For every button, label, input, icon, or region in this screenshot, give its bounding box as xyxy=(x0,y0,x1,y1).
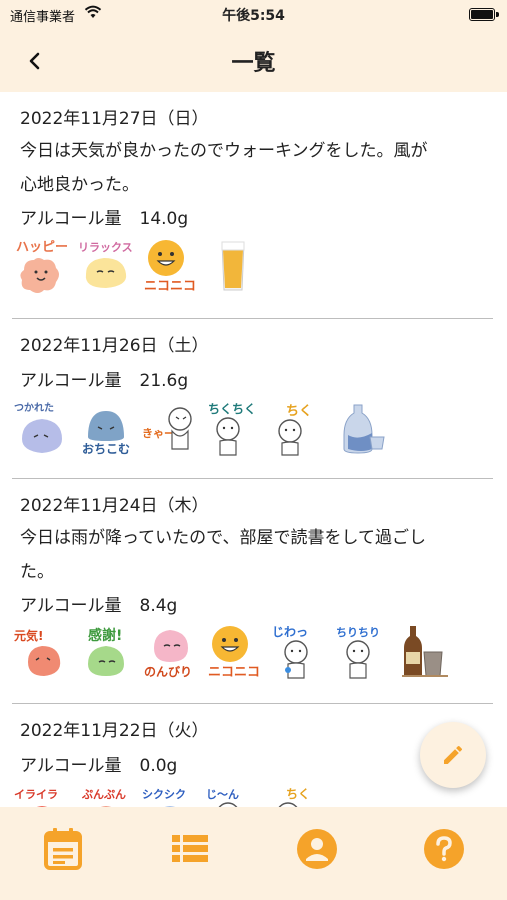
entry-text-line: 今日は天気が良かったのでウォーキングをした。風が xyxy=(20,141,428,161)
stamp-label: ハッピー xyxy=(16,240,68,255)
smile-stamp-icon: ニコニコ xyxy=(208,626,260,680)
prick-stamp-icon: ちく xyxy=(278,404,312,456)
help-icon xyxy=(423,829,464,869)
stamp-label: じわっ xyxy=(272,625,308,639)
smile-stamp-icon: ニコニコ xyxy=(144,240,196,294)
stamp-row: イライラ ぷんぷん シクシク じ〜ん ちく xyxy=(14,784,326,807)
stamp-row: つかれた おちこむ きゃー ちくちく ちく xyxy=(14,399,390,457)
scream-stamp-icon: きゃー xyxy=(142,407,192,450)
stamp-label: ぷんぷん xyxy=(81,788,126,801)
list-icon xyxy=(172,835,209,862)
entry-date: 2022年11月27日（日） xyxy=(20,109,209,129)
alcohol-value: 14.0g xyxy=(139,209,189,229)
alcohol-amount: アルコール量 8.4g xyxy=(20,591,177,616)
tab-calendar[interactable] xyxy=(33,827,93,877)
alcohol-amount: アルコール量 21.6g xyxy=(20,366,188,391)
stamp-label: ちくちく xyxy=(208,402,256,416)
stamp-label: 元気! xyxy=(14,628,43,643)
tab-bar xyxy=(0,807,507,900)
alcohol-amount: アルコール量 0.0g xyxy=(20,751,177,776)
page-title: 一覧 xyxy=(231,51,276,76)
stamp-label: のんびり xyxy=(144,664,192,679)
stamp-label: きゃー xyxy=(142,427,175,440)
alcohol-value: 21.6g xyxy=(139,371,189,391)
tab-profile[interactable] xyxy=(287,827,347,877)
stamp-label: じ〜ん xyxy=(206,788,239,801)
prick-stamp-icon: ちく xyxy=(278,787,310,807)
pencil-icon xyxy=(444,745,462,764)
alcohol-label: アルコール量 xyxy=(20,596,122,616)
profile-icon xyxy=(296,829,337,869)
diary-entry[interactable]: 2022年11月24日（木） 今日は雨が降っていたので、部屋で読書をして過ごし … xyxy=(0,479,507,704)
entry-date: 2022年11月22日（火） xyxy=(20,721,209,741)
throbbing-stamp-icon: じ〜ん xyxy=(206,788,239,807)
stamp-label: リラックス xyxy=(78,241,133,254)
edit-button[interactable] xyxy=(420,722,486,788)
sake-icon xyxy=(343,404,385,454)
stamp-label: ニコニコ xyxy=(208,665,260,680)
stamp-row: ハッピー リラックス ニコニコ xyxy=(14,236,262,294)
tired-stamp-icon: つかれた xyxy=(14,402,62,453)
calendar-icon xyxy=(44,828,83,870)
entry-text-line: 心地良かった。 xyxy=(20,175,139,195)
happy-stamp-icon: ハッピー xyxy=(16,240,68,293)
irritated-stamp-icon: イライラ xyxy=(14,788,58,807)
oozing-stamp-icon: じわっ xyxy=(272,625,308,679)
diary-list[interactable]: 2022年11月27日（日） 今日は天気が良かったのでウォーキングをした。風が … xyxy=(0,92,507,807)
angry-stamp-icon: ぷんぷん xyxy=(81,788,126,807)
entry-text: 今日は天気が良かったのでウォーキングをした。風が 心地良かった。 xyxy=(20,134,500,202)
shochu-icon xyxy=(402,626,448,677)
tab-help[interactable] xyxy=(414,827,474,877)
stamp-label: おちこむ xyxy=(82,442,130,456)
status-bar: 通信事業者 午後5:54 xyxy=(0,0,507,30)
battery-icon xyxy=(469,8,499,21)
stamp-label: つかれた xyxy=(14,402,54,414)
energetic-stamp-icon: 元気! xyxy=(14,628,61,676)
entry-text-line: た。 xyxy=(20,562,54,582)
status-time: 午後5:54 xyxy=(222,8,285,24)
prickly-stamp-icon: ちくちく xyxy=(208,402,256,456)
entry-text: 今日は雨が降っていたので、部屋で読書をして過ごし た。 xyxy=(20,521,500,589)
alcohol-value: 0.0g xyxy=(139,756,178,776)
stamp-row: 元気! 感謝! のんびり ニコニコ じわっ ちりちり xyxy=(14,622,454,680)
stamp-label: ちく xyxy=(286,404,312,419)
stamp-label: ちりちり xyxy=(336,626,380,639)
diary-entry[interactable]: 2022年11月27日（日） 今日は天気が良かったのでウォーキングをした。風が … xyxy=(0,92,507,319)
depressed-stamp-icon: おちこむ xyxy=(82,411,130,456)
diary-entry[interactable]: 2022年11月26日（土） アルコール量 21.6g つかれた おちこむ きゃー xyxy=(0,319,507,479)
navigation-bar: 一覧 xyxy=(0,30,507,92)
stamp-label: 感謝! xyxy=(88,627,122,644)
beer-icon xyxy=(221,241,245,291)
sobbing-stamp-icon: シクシク xyxy=(142,788,186,807)
entry-text-line: 今日は雨が降っていたので、部屋で読書をして過ごし xyxy=(20,528,426,548)
alcohol-value: 8.4g xyxy=(139,596,178,616)
relaxed-stamp-icon: のんびり xyxy=(144,630,192,679)
stamp-label: イライラ xyxy=(14,788,58,801)
tab-list[interactable] xyxy=(160,827,220,877)
stamp-label: ニコニコ xyxy=(144,279,196,294)
relax-stamp-icon: リラックス xyxy=(78,241,133,288)
thanks-stamp-icon: 感謝! xyxy=(88,627,124,676)
stamp-label: ちく xyxy=(286,787,310,801)
alcohol-label: アルコール量 xyxy=(20,371,122,391)
alcohol-amount: アルコール量 14.0g xyxy=(20,204,188,229)
stamp-label: シクシク xyxy=(142,788,186,801)
alcohol-label: アルコール量 xyxy=(20,756,122,776)
tingling-stamp-icon: ちりちり xyxy=(336,626,380,679)
alcohol-label: アルコール量 xyxy=(20,209,122,229)
entry-date: 2022年11月26日（土） xyxy=(20,336,209,356)
entry-date: 2022年11月24日（木） xyxy=(20,496,209,516)
